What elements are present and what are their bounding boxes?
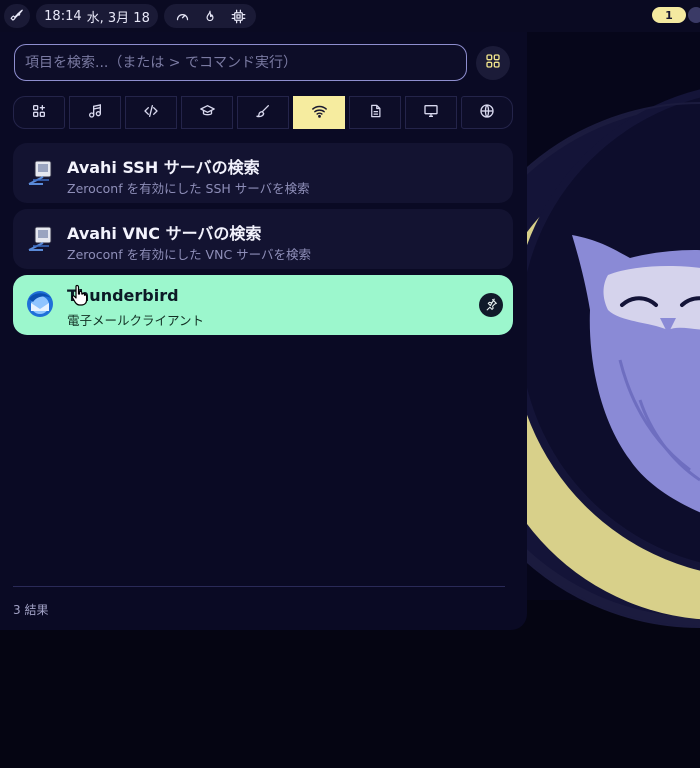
tab-graphics[interactable]	[237, 96, 289, 129]
result-item[interactable]: Avahi VNC サーバの検索 Zeroconf を有効にした VNC サーバ…	[13, 209, 513, 269]
result-title: Avahi SSH サーバの検索	[67, 158, 260, 177]
result-subtitle: Zeroconf を有効にした VNC サーバを検索	[67, 247, 312, 262]
tab-all-apps[interactable]	[13, 96, 65, 129]
footer-divider	[13, 586, 505, 587]
flame-icon	[198, 4, 222, 28]
apps-grid-icon	[485, 53, 501, 73]
category-tabs	[13, 96, 513, 129]
globe-icon	[479, 103, 495, 123]
pin-button[interactable]	[479, 293, 503, 317]
workspace-indicator-active[interactable]: 1	[652, 7, 686, 23]
tab-education[interactable]	[181, 96, 233, 129]
network-server-icon	[25, 157, 55, 187]
network-server-icon	[25, 223, 55, 253]
workspace-indicator[interactable]	[688, 7, 700, 23]
result-subtitle: 電子メールクライアント	[67, 313, 205, 328]
tab-audio[interactable]	[69, 96, 121, 129]
hand-cursor-icon	[71, 284, 88, 306]
brush-icon	[255, 103, 271, 123]
tab-development[interactable]	[125, 96, 177, 129]
tab-office[interactable]	[349, 96, 401, 129]
wifi-icon	[311, 103, 328, 123]
search-input[interactable]	[14, 44, 467, 81]
apps-plus-icon	[31, 103, 47, 123]
clock-time: 18:14	[44, 8, 82, 24]
music-note-icon	[87, 103, 103, 123]
apps-grid-button[interactable]	[476, 46, 510, 80]
clock-date: 水, 3月 18	[86, 10, 150, 26]
code-icon	[143, 103, 159, 123]
clock-pill[interactable]: 18:14 水, 3月 18	[36, 4, 158, 28]
graduation-cap-icon	[199, 103, 216, 123]
result-title: Avahi VNC サーバの検索	[67, 224, 262, 243]
top-bar: 18:14 水, 3月 18 1	[0, 0, 700, 32]
system-monitor-pill[interactable]	[164, 4, 256, 28]
document-icon	[368, 103, 383, 123]
pin-icon	[485, 296, 498, 315]
app-launcher-panel: Avahi SSH サーバの検索 Zeroconf を有効にした SSH サーバ…	[0, 32, 527, 630]
monitor-icon	[423, 103, 439, 123]
tab-system[interactable]	[405, 96, 457, 129]
result-subtitle: Zeroconf を有効にした SSH サーバを検索	[67, 181, 310, 196]
thunderbird-icon	[25, 289, 55, 319]
launcher-button[interactable]	[4, 4, 30, 28]
result-count: 3 結果	[13, 603, 49, 617]
search-row	[14, 44, 512, 82]
rocket-icon	[5, 4, 29, 28]
tab-network[interactable]	[293, 96, 345, 129]
result-item[interactable]: Avahi SSH サーバの検索 Zeroconf を有効にした SSH サーバ…	[13, 143, 513, 203]
tab-internet[interactable]	[461, 96, 513, 129]
cpu-icon	[226, 4, 250, 28]
gauge-icon	[170, 4, 194, 28]
